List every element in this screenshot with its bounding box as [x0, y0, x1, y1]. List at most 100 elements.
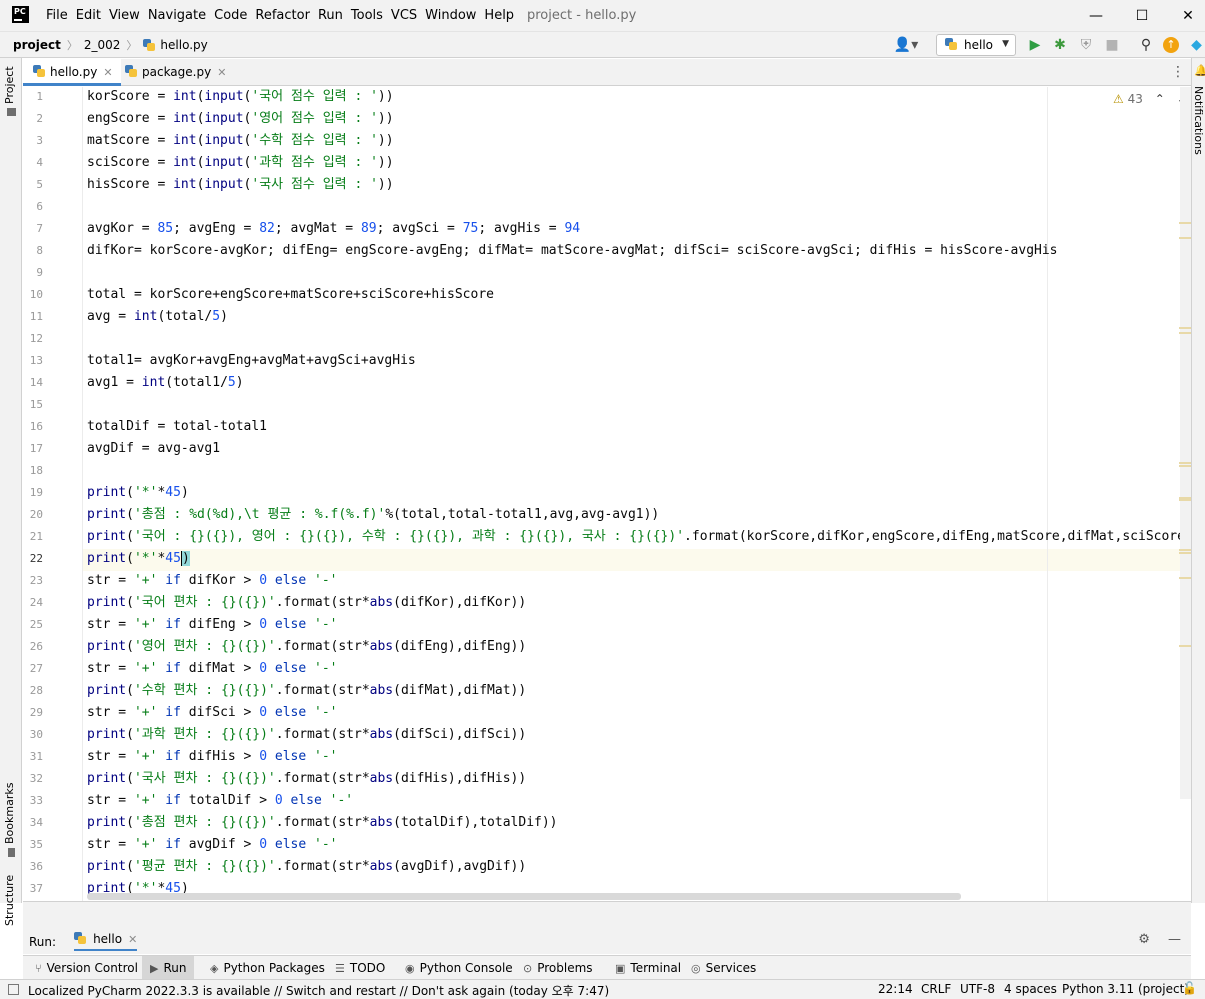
close-icon[interactable]: ✕: [128, 933, 137, 946]
line-number[interactable]: 25: [23, 614, 43, 636]
line-number[interactable]: 18: [23, 460, 43, 482]
breadcrumb-project[interactable]: project: [13, 38, 61, 52]
line-number[interactable]: 12: [23, 328, 43, 350]
terminal-tool-button[interactable]: ▣ Terminal: [607, 956, 689, 980]
breadcrumb-folder[interactable]: 2_002: [84, 38, 121, 52]
search-icon[interactable]: ⚲: [1137, 36, 1155, 54]
line-number[interactable]: 21: [23, 526, 43, 548]
code-line[interactable]: print('총점 : %d(%d),\t 평균 : %.f(%.f)'%(to…: [87, 504, 659, 526]
python-packages-tool-button[interactable]: ◈ Python Packages: [202, 956, 333, 980]
previous-highlight-icon[interactable]: ⌃: [1155, 92, 1165, 106]
warning-stripe-mark[interactable]: [1179, 332, 1191, 334]
problems-tool-button[interactable]: ⊙ Problems: [515, 956, 601, 980]
line-number[interactable]: 3: [23, 130, 43, 152]
code-line[interactable]: total = korScore+engScore+matScore+sciSc…: [87, 284, 494, 306]
python-console-tool-button[interactable]: ◉ Python Console: [397, 956, 521, 980]
warning-stripe-mark[interactable]: [1179, 577, 1191, 579]
menu-help[interactable]: Help: [484, 8, 514, 23]
line-number[interactable]: 31: [23, 746, 43, 768]
maximize-button[interactable]: ☐: [1132, 6, 1152, 26]
code-line[interactable]: print('영어 편차 : {}({})'.format(str*abs(di…: [87, 636, 526, 658]
tab-hello-py[interactable]: hello.py ✕: [23, 59, 121, 86]
line-number[interactable]: 26: [23, 636, 43, 658]
code-line[interactable]: hisScore = int(input('국사 점수 입력 : ')): [87, 174, 394, 196]
line-number[interactable]: 36: [23, 856, 43, 878]
warning-stripe-mark[interactable]: [1179, 552, 1191, 554]
tab-package-py[interactable]: package.py ✕: [115, 59, 234, 86]
line-number[interactable]: 27: [23, 658, 43, 680]
line-number[interactable]: 16: [23, 416, 43, 438]
code-line[interactable]: str = '+' if totalDif > 0 else '-': [87, 790, 353, 812]
code-line[interactable]: avg1 = int(total1/5): [87, 372, 244, 394]
line-number[interactable]: 22: [23, 548, 43, 570]
code-line[interactable]: print('과학 편차 : {}({})'.format(str*abs(di…: [87, 724, 526, 746]
code-line[interactable]: korScore = int(input('국어 점수 입력 : ')): [87, 87, 394, 108]
warning-stripe-mark[interactable]: [1179, 327, 1191, 329]
close-icon[interactable]: ✕: [103, 66, 112, 79]
structure-tool-button[interactable]: Structure: [3, 875, 16, 926]
version-control-tool-button[interactable]: ⑂ Version Control: [27, 956, 146, 980]
lock-icon[interactable]: 🔓: [1182, 981, 1197, 995]
code-line[interactable]: str = '+' if difMat > 0 else '-': [87, 658, 338, 680]
notifications-tool-button[interactable]: Notifications: [1192, 86, 1205, 155]
code-line[interactable]: print('국어 편차 : {}({})'.format(str*abs(di…: [87, 592, 526, 614]
code-line[interactable]: avgDif = avg-avg1: [87, 438, 220, 460]
line-number[interactable]: 4: [23, 152, 43, 174]
line-number[interactable]: 7: [23, 218, 43, 240]
warning-stripe-mark[interactable]: [1179, 462, 1191, 464]
code-line[interactable]: engScore = int(input('영어 점수 입력 : ')): [87, 108, 394, 130]
menu-window[interactable]: Window: [425, 8, 476, 23]
code-line[interactable]: print('평균 편차 : {}({})'.format(str*abs(av…: [87, 856, 526, 878]
line-number[interactable]: 29: [23, 702, 43, 724]
code-line[interactable]: avg = int(total/5): [87, 306, 228, 328]
menu-vcs[interactable]: VCS: [391, 8, 417, 23]
code-line[interactable]: totalDif = total-total1: [87, 416, 267, 438]
inspection-widget[interactable]: ⚠ 43 ⌃ ⌄: [1113, 92, 1187, 106]
run-configuration-select[interactable]: hello ▼: [936, 34, 1016, 56]
coverage-icon[interactable]: ⛨: [1077, 36, 1095, 54]
notifications-bell-icon[interactable]: 🔔: [1194, 64, 1205, 77]
menu-refactor[interactable]: Refactor: [255, 8, 310, 23]
line-number[interactable]: 2: [23, 108, 43, 130]
code-line[interactable]: str = '+' if difKor > 0 else '-': [87, 570, 338, 592]
horizontal-scrollbar[interactable]: [87, 893, 961, 900]
warning-stripe-mark[interactable]: [1179, 237, 1191, 239]
line-number[interactable]: 37: [23, 878, 43, 900]
line-number[interactable]: 24: [23, 592, 43, 614]
run-tool-button[interactable]: ▶ Run: [142, 956, 195, 980]
line-number[interactable]: 33: [23, 790, 43, 812]
warning-stripe-mark[interactable]: [1179, 499, 1191, 501]
code-line[interactable]: str = '+' if difEng > 0 else '-': [87, 614, 338, 636]
code-line[interactable]: total1= avgKor+avgEng+avgMat+avgSci+avgH…: [87, 350, 416, 372]
line-number[interactable]: 11: [23, 306, 43, 328]
line-number[interactable]: 9: [23, 262, 43, 284]
line-number[interactable]: 23: [23, 570, 43, 592]
close-window-button[interactable]: ✕: [1178, 6, 1198, 26]
line-number[interactable]: 15: [23, 394, 43, 416]
code-line[interactable]: str = '+' if difHis > 0 else '-': [87, 746, 338, 768]
code-line[interactable]: str = '+' if avgDif > 0 else '-': [87, 834, 338, 856]
hide-panel-icon[interactable]: —: [1168, 932, 1181, 947]
breadcrumb-file[interactable]: hello.py: [160, 38, 207, 52]
code-line[interactable]: print('수학 편차 : {}({})'.format(str*abs(di…: [87, 680, 526, 702]
line-number[interactable]: 35: [23, 834, 43, 856]
more-vertical-icon[interactable]: ⋮: [1171, 64, 1185, 80]
jetbrains-icon[interactable]: ◆: [1188, 36, 1205, 54]
warning-stripe-mark[interactable]: [1179, 222, 1191, 224]
warning-stripe-mark[interactable]: [1179, 549, 1191, 551]
menu-edit[interactable]: Edit: [76, 8, 101, 23]
menu-run[interactable]: Run: [318, 8, 343, 23]
line-number[interactable]: 10: [23, 284, 43, 306]
status-toggle-icon[interactable]: [8, 984, 19, 995]
menu-tools[interactable]: Tools: [351, 8, 383, 23]
vertical-scrollbar[interactable]: [1180, 87, 1191, 799]
bookmarks-tool-button[interactable]: Bookmarks: [3, 783, 16, 844]
file-encoding[interactable]: UTF-8: [960, 982, 995, 996]
code-line[interactable]: avgKor = 85; avgEng = 82; avgMat = 89; a…: [87, 218, 580, 240]
code-editor[interactable]: 1 2 3 4 5 6 7 8 9 10 11 12 13 14 15 16 17 18 19 20 21 22 23 24 2…: [23, 87, 1191, 901]
line-number[interactable]: 32: [23, 768, 43, 790]
status-message[interactable]: Localized PyCharm 2022.3.3 is available …: [28, 982, 609, 999]
gear-icon[interactable]: ⚙: [1138, 932, 1150, 947]
menu-view[interactable]: View: [109, 8, 140, 23]
code-line[interactable]: sciScore = int(input('과학 점수 입력 : ')): [87, 152, 394, 174]
